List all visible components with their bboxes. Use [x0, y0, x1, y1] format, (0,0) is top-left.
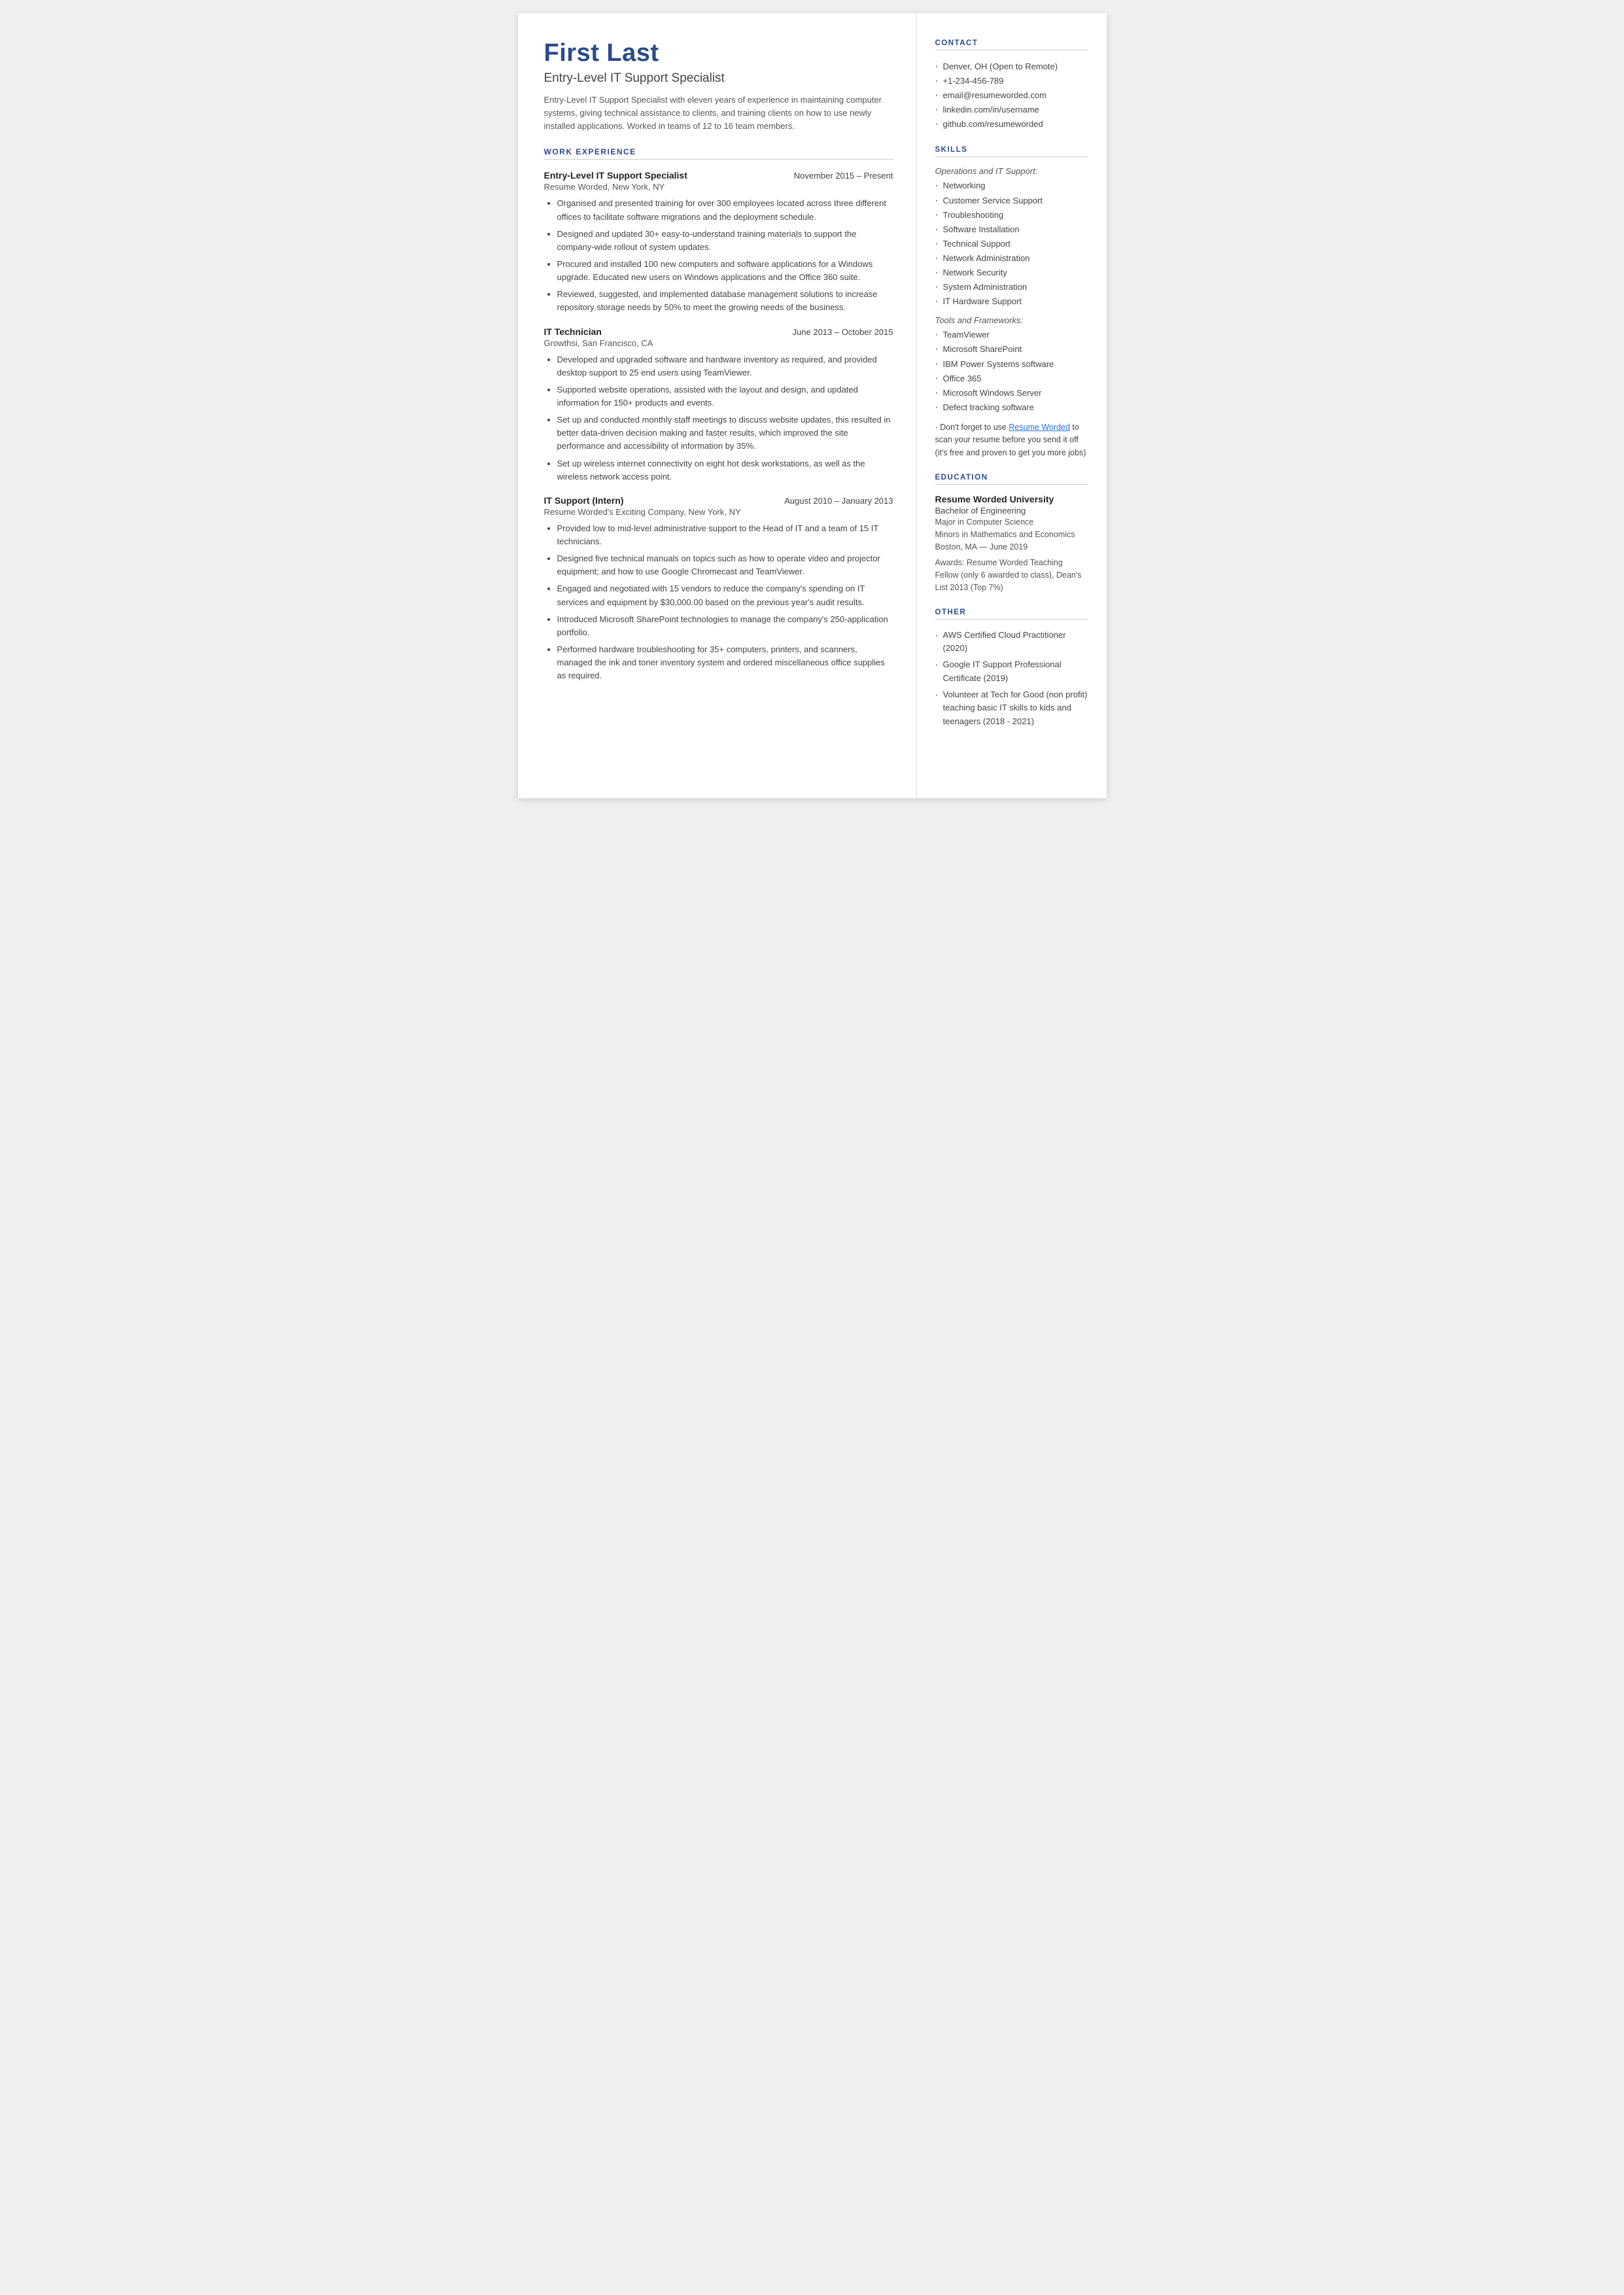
list-item: Procured and installed 100 new computers… [557, 258, 893, 284]
list-item: Software Installation [935, 222, 1088, 237]
contact-location: Denver, OH (Open to Remote) [935, 60, 1088, 74]
education-label: EDUCATION [935, 474, 1088, 485]
skills-section: SKILLS Operations and IT Support: Networ… [935, 146, 1088, 459]
job-2: IT Technician June 2013 – October 2015 G… [544, 326, 893, 483]
job-1-bullets: Organised and presented training for ove… [544, 197, 893, 314]
list-item: Developed and upgraded software and hard… [557, 353, 893, 379]
skills-label: SKILLS [935, 146, 1088, 157]
candidate-name: First Last [544, 39, 893, 67]
list-item: Reviewed, suggested, and implemented dat… [557, 288, 893, 314]
list-item: IBM Power Systems software [935, 357, 1088, 372]
left-column: First Last Entry-Level IT Support Specia… [518, 13, 917, 798]
contact-email: email@resumeworded.com [935, 88, 1088, 103]
job-1-title: Entry-Level IT Support Specialist [544, 170, 687, 181]
job-1-company: Resume Worded, New York, NY [544, 182, 893, 192]
job-2-bullets: Developed and upgraded software and hard… [544, 353, 893, 483]
list-item: Introduced Microsoft SharePoint technolo… [557, 613, 893, 639]
job-3: IT Support (Intern) August 2010 – Januar… [544, 495, 893, 683]
contact-section: CONTACT Denver, OH (Open to Remote) +1-2… [935, 39, 1088, 131]
job-3-header: IT Support (Intern) August 2010 – Januar… [544, 495, 893, 506]
education-section: EDUCATION Resume Worded University Bache… [935, 474, 1088, 594]
contact-github: github.com/resumeworded [935, 117, 1088, 131]
contact-linkedin: linkedin.com/in/username [935, 103, 1088, 117]
edu-school: Resume Worded University [935, 494, 1088, 504]
job-3-company: Resume Worded's Exciting Company, New Yo… [544, 507, 893, 517]
other-label: OTHER [935, 608, 1088, 620]
other-item-3: Volunteer at Tech for Good (non profit) … [935, 688, 1088, 729]
job-1: Entry-Level IT Support Specialist Novemb… [544, 170, 893, 314]
list-item: TeamViewer [935, 328, 1088, 342]
skills-cat2-label: Tools and Frameworks: [935, 315, 1088, 325]
job-2-company: Growthsi, San Francisco, CA [544, 338, 893, 348]
candidate-title: Entry-Level IT Support Specialist [544, 71, 893, 86]
contact-label: CONTACT [935, 39, 1088, 50]
tools-list: TeamViewer Microsoft SharePoint IBM Powe… [935, 328, 1088, 415]
list-item: Network Security [935, 266, 1088, 280]
edu-major: Major in Computer Science [935, 516, 1088, 529]
list-item: Defect tracking software [935, 400, 1088, 415]
promo-text: · Don't forget to use Resume Worded to s… [935, 421, 1088, 459]
list-item: Customer Service Support [935, 194, 1088, 208]
list-item: Organised and presented training for ove… [557, 197, 893, 223]
job-2-dates: June 2013 – October 2015 [793, 327, 893, 337]
list-item: Engaged and negotiated with 15 vendors t… [557, 582, 893, 608]
list-item: IT Hardware Support [935, 294, 1088, 309]
skills-cat1-label: Operations and IT Support: [935, 166, 1088, 176]
list-item: Technical Support [935, 237, 1088, 251]
job-3-title: IT Support (Intern) [544, 495, 624, 506]
job-1-dates: November 2015 – Present [794, 171, 893, 181]
list-item: Designed five technical manuals on topic… [557, 552, 893, 578]
job-2-title: IT Technician [544, 326, 602, 337]
list-item: Microsoft Windows Server [935, 386, 1088, 400]
other-item-2: Google IT Support Professional Certifica… [935, 658, 1088, 686]
list-item: Performed hardware troubleshooting for 3… [557, 643, 893, 682]
list-item: Networking [935, 179, 1088, 193]
job-1-header: Entry-Level IT Support Specialist Novemb… [544, 170, 893, 181]
right-column: CONTACT Denver, OH (Open to Remote) +1-2… [917, 13, 1107, 798]
job-3-bullets: Provided low to mid-level administrative… [544, 522, 893, 683]
list-item: Set up and conducted monthly staff meeti… [557, 413, 893, 453]
list-item: Provided low to mid-level administrative… [557, 522, 893, 548]
edu-degree: Bachelor of Engineering [935, 506, 1088, 516]
other-section: OTHER AWS Certified Cloud Practitioner (… [935, 608, 1088, 729]
list-item: Designed and updated 30+ easy-to-underst… [557, 228, 893, 254]
promo-link[interactable]: Resume Worded [1009, 423, 1070, 432]
list-item: System Administration [935, 280, 1088, 294]
skills-cat1-list: Networking Customer Service Support Trou… [935, 179, 1088, 309]
contact-phone: +1-234-456-789 [935, 74, 1088, 88]
list-item: Supported website operations, assisted w… [557, 383, 893, 410]
edu-awards: Awards: Resume Worded Teaching Fellow (o… [935, 557, 1088, 593]
other-item-1: AWS Certified Cloud Practitioner (2020) [935, 629, 1088, 656]
edu-location-date: Boston, MA — June 2019 [935, 541, 1088, 553]
job-3-dates: August 2010 – January 2013 [784, 496, 893, 506]
list-item: Microsoft SharePoint [935, 342, 1088, 357]
contact-list: Denver, OH (Open to Remote) +1-234-456-7… [935, 60, 1088, 131]
resume-page: First Last Entry-Level IT Support Specia… [518, 13, 1107, 798]
work-experience-label: WORK EXPERIENCE [544, 147, 893, 160]
job-2-header: IT Technician June 2013 – October 2015 [544, 326, 893, 337]
list-item: Network Administration [935, 251, 1088, 266]
edu-minors: Minors in Mathematics and Economics [935, 529, 1088, 541]
summary-text: Entry-Level IT Support Specialist with e… [544, 94, 893, 133]
list-item: Set up wireless internet connectivity on… [557, 457, 893, 483]
list-item: Office 365 [935, 372, 1088, 386]
list-item: Troubleshooting [935, 208, 1088, 222]
